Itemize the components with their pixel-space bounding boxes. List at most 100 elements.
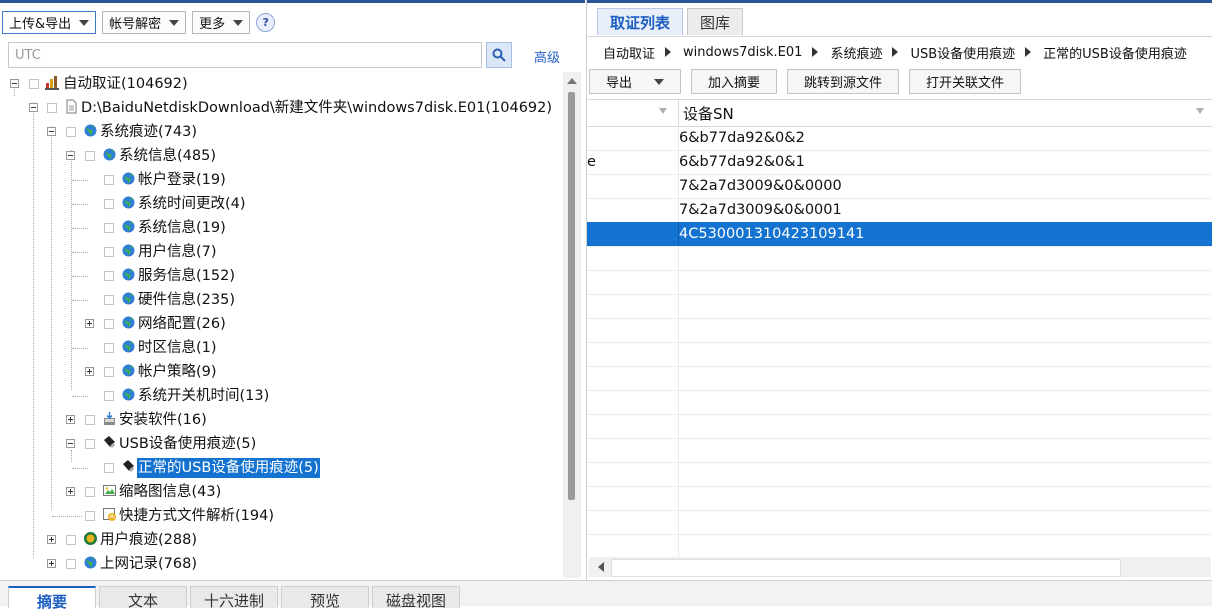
tree-label: 上网记录(768) <box>100 556 197 572</box>
breadcrumb-item[interactable]: 自动取证 <box>587 43 661 62</box>
table-row[interactable]: 6&b77da92&0&2 <box>587 126 1212 151</box>
breadcrumb-item[interactable]: 系统痕迹 <box>818 43 888 62</box>
tree-checkbox[interactable] <box>85 439 95 449</box>
upload-export-dropdown[interactable]: 上传&导出 <box>2 11 97 34</box>
globe-icon <box>122 292 135 305</box>
table-cell-sn: 4C530001310423109141 <box>679 226 865 242</box>
tree-node-system-traces[interactable]: 系统痕迹(743) <box>0 120 300 144</box>
tree-checkbox[interactable] <box>29 79 39 89</box>
table-cell: e <box>587 150 679 174</box>
tree-node-system-info-sub[interactable]: 系统信息(19) <box>0 216 300 240</box>
jump-to-source-button[interactable]: 跳转到源文件 <box>787 69 900 94</box>
tree-node-usb-traces[interactable]: USB设备使用痕迹(5) <box>0 432 300 456</box>
tree-checkbox[interactable] <box>85 487 95 497</box>
tree-node-user-info[interactable]: 用户信息(7) <box>0 240 300 264</box>
table-row[interactable]: 7&2a7d3009&0&0000 <box>587 174 1212 199</box>
tree-checkbox[interactable] <box>104 367 114 377</box>
advanced-search-link[interactable]: 高级 <box>534 47 560 66</box>
tree-node-timezone[interactable]: 时区信息(1) <box>0 336 300 360</box>
export-dropdown[interactable]: 导出 <box>589 69 682 94</box>
tree-label: 用户信息(7) <box>138 244 217 260</box>
open-related-button[interactable]: 打开关联文件 <box>909 69 1022 94</box>
tree-node-root[interactable]: 自动取证(104692) <box>0 72 300 96</box>
tree-node-system-info[interactable]: 系统信息(485) <box>0 144 300 168</box>
document-icon <box>66 99 77 114</box>
tree-node-thumbnail[interactable]: 缩略图信息(43) <box>0 480 300 504</box>
tree-checkbox[interactable] <box>104 295 114 305</box>
tree-checkbox[interactable] <box>66 127 76 137</box>
expand-icon[interactable] <box>66 415 75 424</box>
tree-node-service-info[interactable]: 服务信息(152) <box>0 264 300 288</box>
tree-label: 缩略图信息(43) <box>119 484 222 500</box>
add-summary-button[interactable]: 加入摘要 <box>691 69 778 94</box>
collapse-icon[interactable] <box>10 79 19 88</box>
expand-icon[interactable] <box>85 319 94 328</box>
tree-node-hardware-info[interactable]: 硬件信息(235) <box>0 288 300 312</box>
tree-checkbox[interactable] <box>104 391 114 401</box>
collapse-icon[interactable] <box>66 151 75 160</box>
globe-icon <box>84 124 97 137</box>
globe-icon <box>122 316 135 329</box>
expand-icon[interactable] <box>47 559 56 568</box>
collapse-icon[interactable] <box>47 127 56 136</box>
grid-horizontal-scrollbar[interactable] <box>589 557 1211 577</box>
scroll-left-icon[interactable] <box>598 562 604 572</box>
tree-checkbox[interactable] <box>85 511 95 521</box>
tree-node-user-traces[interactable]: 用户痕迹(288) <box>0 528 300 552</box>
tree-checkbox[interactable] <box>104 223 114 233</box>
tree-node-web-history[interactable]: 上网记录(768) <box>0 552 300 576</box>
expand-icon[interactable] <box>66 487 75 496</box>
table-row[interactable]: e 6&b77da92&0&1 <box>587 150 1212 175</box>
tree-checkbox[interactable] <box>66 535 76 545</box>
tree-node-network-config[interactable]: 网络配置(26) <box>0 312 300 336</box>
table-row-selected[interactable]: 4C530001310423109141 <box>587 222 1212 247</box>
collapse-icon[interactable] <box>66 439 75 448</box>
scrollbar-thumb[interactable] <box>611 559 1121 577</box>
tree-node-installed-software[interactable]: 安装软件(16) <box>0 408 300 432</box>
breadcrumb-item[interactable]: 正常的USB设备使用痕迹 <box>1031 43 1193 62</box>
tree-node-time-change[interactable]: 系统时间更改(4) <box>0 192 300 216</box>
filter-icon[interactable] <box>1196 108 1204 114</box>
tree-checkbox[interactable] <box>85 151 95 161</box>
tree-checkbox[interactable] <box>104 319 114 329</box>
left-toolbar: 上传&导出 帐号解密 更多 ? <box>2 10 276 35</box>
collapse-icon[interactable] <box>29 103 38 112</box>
scrollbar-thumb[interactable] <box>568 92 575 500</box>
tree-node-shortcut[interactable]: 快捷方式文件解析(194) <box>0 504 300 528</box>
search-button[interactable] <box>486 42 512 68</box>
tree-checkbox[interactable] <box>66 559 76 569</box>
tree-node-account-policy[interactable]: 帐户策略(9) <box>0 360 300 384</box>
grid-header-col[interactable] <box>587 100 679 126</box>
expand-icon[interactable] <box>47 535 56 544</box>
tree-node-usb-normal[interactable]: 正常的USB设备使用痕迹(5) <box>0 456 330 480</box>
tree-node-account-login[interactable]: 帐户登录(19) <box>0 168 300 192</box>
tree-checkbox[interactable] <box>104 247 114 257</box>
account-decrypt-dropdown[interactable]: 帐号解密 <box>102 11 187 34</box>
scroll-up-icon[interactable] <box>567 78 577 84</box>
tree-checkbox[interactable] <box>104 343 114 353</box>
filter-icon[interactable] <box>659 108 667 114</box>
tree-label: 网络配置(26) <box>138 316 226 332</box>
expand-icon[interactable] <box>85 367 94 376</box>
more-dropdown[interactable]: 更多 <box>192 11 251 34</box>
tree-vertical-scrollbar[interactable] <box>563 72 581 578</box>
table-row[interactable]: 7&2a7d3009&0&0001 <box>587 198 1212 223</box>
tree-checkbox[interactable] <box>47 103 57 113</box>
tree-node-power-time[interactable]: 系统开关机时间(13) <box>0 384 300 408</box>
grid-header-device-sn[interactable]: 设备SN <box>679 100 734 126</box>
tree-checkbox[interactable] <box>104 175 114 185</box>
tree-checkbox[interactable] <box>104 271 114 281</box>
tree-checkbox[interactable] <box>85 415 95 425</box>
tab-evidence-list[interactable]: 取证列表 <box>597 8 684 35</box>
tree-node-disk[interactable]: D:\BaiduNetdiskDownload\新建文件夹\windows7di… <box>0 96 560 120</box>
empty-row <box>587 414 1212 439</box>
chevron-down-icon <box>79 19 90 26</box>
help-icon[interactable]: ? <box>256 13 276 32</box>
tab-gallery[interactable]: 图库 <box>687 8 744 35</box>
search-input[interactable] <box>8 42 482 68</box>
empty-row <box>587 462 1212 487</box>
breadcrumb-item[interactable]: USB设备使用痕迹 <box>898 43 1021 62</box>
breadcrumb-item[interactable]: windows7disk.E01 <box>671 45 808 60</box>
tree-checkbox[interactable] <box>104 463 114 473</box>
tree-checkbox[interactable] <box>104 199 114 209</box>
